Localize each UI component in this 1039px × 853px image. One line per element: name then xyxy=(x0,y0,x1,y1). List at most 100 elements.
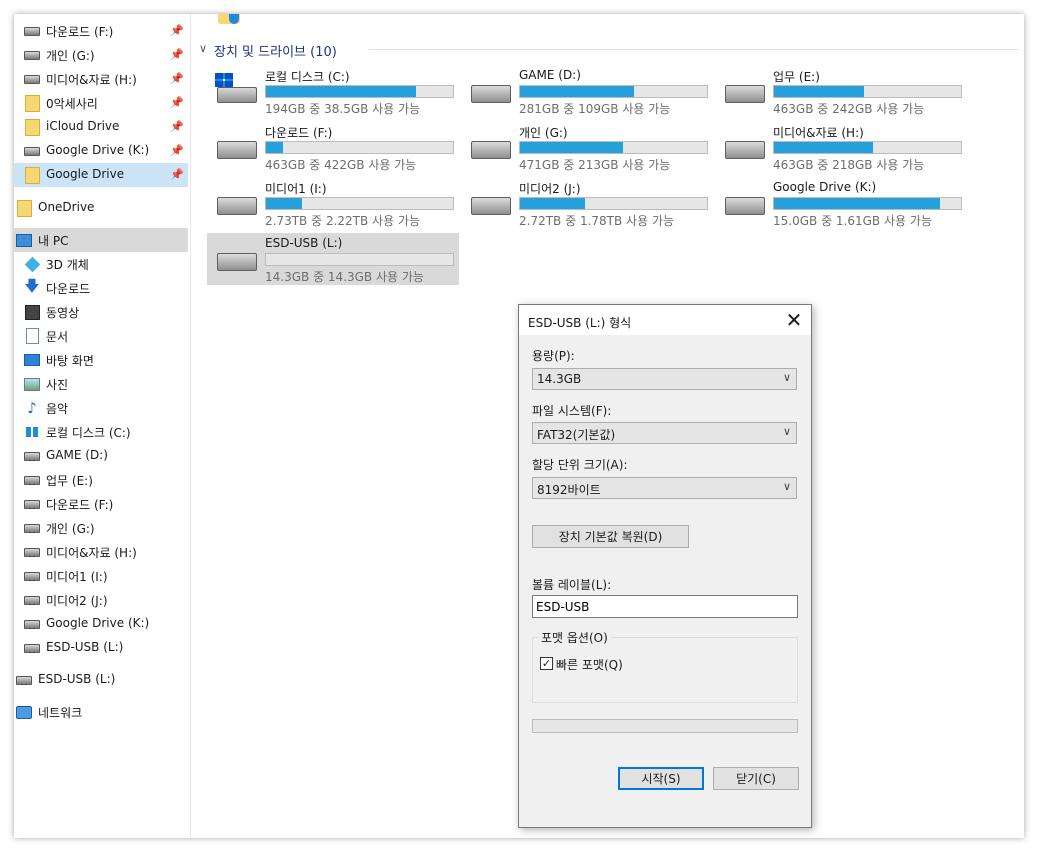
hdd-icon xyxy=(469,141,511,163)
this-pc-child-item[interactable]: 개인 (G:) xyxy=(14,516,188,540)
drive-name: 다운로드 (F:) xyxy=(265,126,333,140)
drive-tile[interactable]: 미디어1 (I:) 2.73TB 중 2.22TB 사용 가능 xyxy=(207,177,459,229)
hdd-icon-shape xyxy=(24,146,40,156)
network-icon-shape xyxy=(16,705,32,719)
this-pc-child-item[interactable]: 3D 개체 xyxy=(14,252,188,276)
quick-access-item[interactable]: Google Drive (K:) 📌 xyxy=(14,139,188,163)
drive-usage-bar xyxy=(265,197,454,210)
drive-tile[interactable]: ESD-USB (L:) 14.3GB 중 14.3GB 사용 가능 xyxy=(207,233,459,285)
drive-tile[interactable]: 미디어2 (J:) 2.72TB 중 1.78TB 사용 가능 xyxy=(461,177,713,229)
folder-icon xyxy=(24,166,40,184)
close-button[interactable]: 닫기(C) xyxy=(713,767,799,790)
filesystem-select[interactable]: FAT32(기본값) ∨ xyxy=(532,422,797,444)
capacity-select[interactable]: 14.3GB ∨ xyxy=(532,368,797,390)
monitor-icon xyxy=(16,232,32,248)
alloc-label: 할당 단위 크기(A): xyxy=(532,458,628,472)
this-pc-child-item[interactable]: Google Drive (K:) xyxy=(14,612,188,636)
nav-item-label: ESD-USB (L:) xyxy=(46,640,124,654)
pin-icon[interactable]: 📌 xyxy=(170,144,184,157)
dialog-titlebar[interactable]: ESD-USB (L:) 형식 ✕ xyxy=(519,305,811,335)
quick-access-item[interactable]: iCloud Drive 📌 xyxy=(14,115,188,139)
pictures-icon-shape xyxy=(24,377,40,391)
hdd-icon xyxy=(215,197,257,219)
drive-usage-fill xyxy=(520,198,586,209)
this-pc-child-item[interactable]: GAME (D:) xyxy=(14,444,188,468)
this-pc-child-item[interactable]: 사진 xyxy=(14,372,188,396)
drive-tile[interactable]: 미디어&자료 (H:) 463GB 중 218GB 사용 가능 xyxy=(715,121,967,173)
hdd-icon xyxy=(215,141,257,163)
quick-format-checkbox[interactable]: ✓ xyxy=(540,657,553,670)
header-divider xyxy=(369,49,1019,50)
cube-icon-shape xyxy=(24,256,40,272)
drive-tile[interactable]: 개인 (G:) 471GB 중 213GB 사용 가능 xyxy=(461,121,713,173)
drive-tile[interactable]: 업무 (E:) 463GB 중 242GB 사용 가능 xyxy=(715,65,967,117)
quick-access-item[interactable]: Google Drive 📌 xyxy=(14,163,188,187)
drive-tile[interactable]: GAME (D:) 281GB 중 109GB 사용 가능 xyxy=(461,65,713,117)
devices-section-header[interactable]: ∨ 장치 및 드라이브 (10) xyxy=(199,41,1019,60)
drive-body xyxy=(217,87,257,103)
drive-name: Google Drive (K:) xyxy=(773,180,877,194)
nav-item-label: 로컬 디스크 (C:) xyxy=(46,426,131,440)
nav-item-label: Google Drive xyxy=(46,167,125,181)
chevron-down-icon: ∨ xyxy=(199,42,208,55)
onedrive-item[interactable]: OneDrive xyxy=(14,196,188,220)
hdd-icon-shape xyxy=(24,547,40,557)
pin-icon[interactable]: 📌 xyxy=(170,72,184,85)
quick-access-item[interactable]: 개인 (G:) 📌 xyxy=(14,43,188,67)
nav-item-label: OneDrive xyxy=(38,200,95,214)
pin-icon[interactable]: 📌 xyxy=(170,24,184,37)
format-progress-bar xyxy=(532,719,798,733)
film-icon-shape xyxy=(24,304,40,320)
drive-body xyxy=(217,197,257,215)
pin-icon[interactable]: 📌 xyxy=(170,48,184,61)
this-pc-child-item[interactable]: ♪ 음악 xyxy=(14,396,188,420)
hdd-icon xyxy=(16,672,32,688)
this-pc-child-item[interactable]: ESD-USB (L:) xyxy=(14,636,188,660)
nav-item-label: 다운로드 xyxy=(46,282,91,296)
usb-drive-item[interactable]: ESD-USB (L:) xyxy=(14,668,188,692)
windows-drive-icon xyxy=(215,73,257,103)
nav-item-label: 개인 (G:) xyxy=(46,522,95,536)
allocation-select[interactable]: 8192바이트 ∨ xyxy=(532,477,797,499)
pin-icon[interactable]: 📌 xyxy=(170,120,184,133)
drive-tile[interactable]: 다운로드 (F:) 463GB 중 422GB 사용 가능 xyxy=(207,121,459,173)
hdd-icon xyxy=(24,616,40,632)
drive-body xyxy=(471,141,511,159)
this-pc-child-item[interactable]: 업무 (E:) xyxy=(14,468,188,492)
hdd-icon xyxy=(24,592,40,608)
quick-format-label[interactable]: 빠른 포맷(Q) xyxy=(556,656,623,673)
quick-access-item[interactable]: 미디어&자료 (H:) 📌 xyxy=(14,67,188,91)
volume-label-input[interactable] xyxy=(532,595,798,618)
nav-item-label: 개인 (G:) xyxy=(46,49,95,63)
this-pc-child-item[interactable]: 문서 xyxy=(14,324,188,348)
drive-name: 개인 (G:) xyxy=(519,126,568,140)
this-pc-item[interactable]: 내 PC xyxy=(14,228,188,252)
monitor-icon-shape xyxy=(16,233,32,247)
network-item[interactable]: 네트워크 xyxy=(14,700,188,724)
restore-defaults-button[interactable]: 장치 기본값 복원(D) xyxy=(532,525,689,548)
this-pc-child-item[interactable]: 로컬 디스크 (C:) xyxy=(14,420,188,444)
drive-tile[interactable]: Google Drive (K:) 15.0GB 중 1.61GB 사용 가능 xyxy=(715,177,967,229)
start-button[interactable]: 시작(S) xyxy=(618,767,704,790)
pictures-icon xyxy=(24,376,40,392)
pin-icon[interactable]: 📌 xyxy=(170,96,184,109)
this-pc-child-item[interactable]: 🡇 다운로드 xyxy=(14,276,188,300)
drive-tile[interactable]: 로컬 디스크 (C:) 194GB 중 38.5GB 사용 가능 xyxy=(207,65,459,117)
this-pc-child-item[interactable]: 미디어&자료 (H:) xyxy=(14,540,188,564)
this-pc-child-item[interactable]: 미디어2 (J:) xyxy=(14,588,188,612)
this-pc-child-item[interactable]: 미디어1 (I:) xyxy=(14,564,188,588)
folder-icon xyxy=(24,94,40,112)
this-pc-child-item[interactable]: 바탕 화면 xyxy=(14,348,188,372)
close-icon[interactable]: ✕ xyxy=(777,305,811,335)
this-pc-child-item[interactable]: 동영상 xyxy=(14,300,188,324)
drive-usage-bar xyxy=(265,141,454,154)
devices-header-label: 장치 및 드라이브 (10) xyxy=(214,45,337,60)
drive-free-space: 2.73TB 중 2.22TB 사용 가능 xyxy=(265,214,421,228)
capacity-value: 14.3GB xyxy=(537,372,582,386)
this-pc-child-item[interactable]: 다운로드 (F:) xyxy=(14,492,188,516)
hdd-icon-shape xyxy=(24,571,40,581)
quick-access-item[interactable]: 다운로드 (F:) 📌 xyxy=(14,19,188,43)
pin-icon[interactable]: 📌 xyxy=(170,168,184,181)
quick-access-item[interactable]: 0악세사리 📌 xyxy=(14,91,188,115)
hdd-icon-shape xyxy=(24,619,40,629)
